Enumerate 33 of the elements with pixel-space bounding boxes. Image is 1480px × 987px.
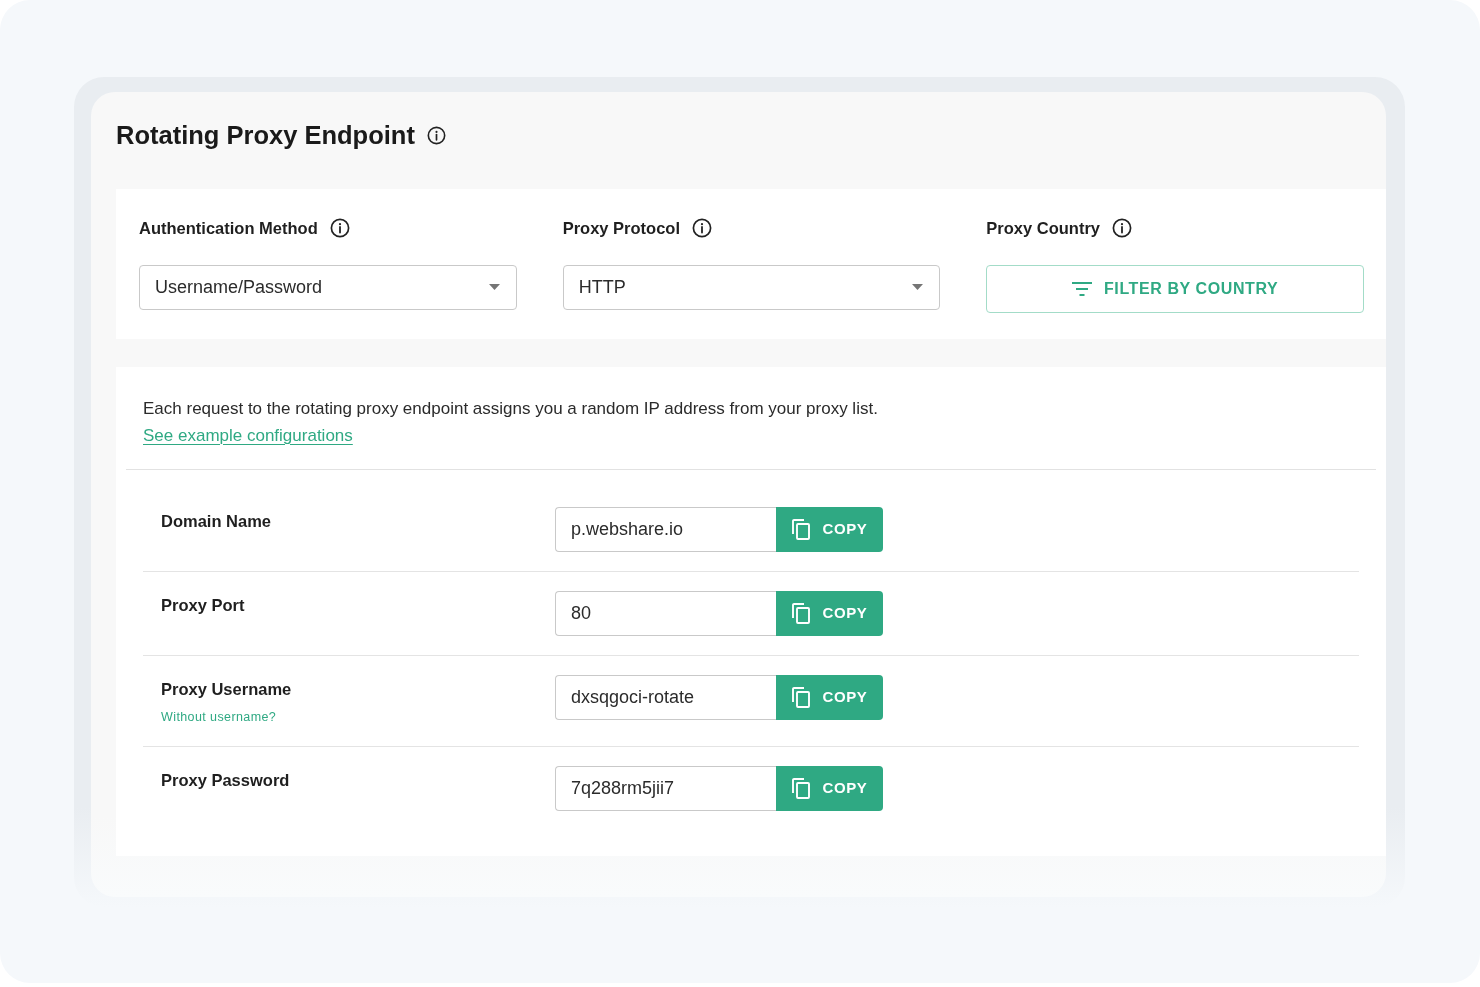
info-icon[interactable]: [329, 218, 350, 239]
copy-icon: [791, 686, 810, 708]
caret-icon: [488, 284, 500, 291]
caret-icon: [912, 284, 924, 291]
field-label: Proxy Port: [161, 594, 245, 616]
copy-icon: [791, 777, 810, 799]
copy-button[interactable]: COPY: [776, 674, 883, 720]
setting-label: Authentication Method: [139, 218, 318, 239]
field-label: Domain Name: [161, 510, 272, 532]
value-field[interactable]: 80: [555, 590, 776, 636]
setting-label: Proxy Protocol: [562, 218, 681, 239]
example-configurations-link[interactable]: See example configurations: [143, 421, 353, 449]
without-username-link[interactable]: Without username?: [161, 707, 277, 727]
copy-button[interactable]: COPY: [776, 506, 883, 552]
value-field[interactable]: p.webshare.io: [555, 506, 776, 552]
field-label: Proxy Username: [161, 678, 292, 700]
description-text: Each request to the rotating proxy endpoint assigns you a random IP address from your proxy list.: [143, 397, 878, 420]
copy-icon: [791, 518, 810, 540]
select-field[interactable]: Username/Password: [139, 264, 517, 310]
info-icon[interactable]: [692, 218, 713, 239]
copy-button[interactable]: COPY: [776, 765, 883, 811]
info-icon[interactable]: [1112, 218, 1132, 239]
select-field[interactable]: HTTP: [562, 264, 941, 310]
value-field[interactable]: dxsqgoci-rotate: [555, 674, 776, 720]
value-field[interactable]: 7q288rm5jii7: [555, 765, 776, 811]
copy-button[interactable]: COPY: [776, 590, 883, 636]
filter-icon: [1071, 281, 1092, 296]
setting-label: Proxy Country: [986, 218, 1100, 239]
info-icon[interactable]: [426, 125, 446, 145]
copy-icon: [791, 602, 810, 624]
field-label: Proxy Password: [161, 769, 290, 791]
card-title: Rotating Proxy Endpoint: [116, 120, 415, 151]
filter-button[interactable]: FILTER BY COUNTRY: [986, 264, 1364, 313]
